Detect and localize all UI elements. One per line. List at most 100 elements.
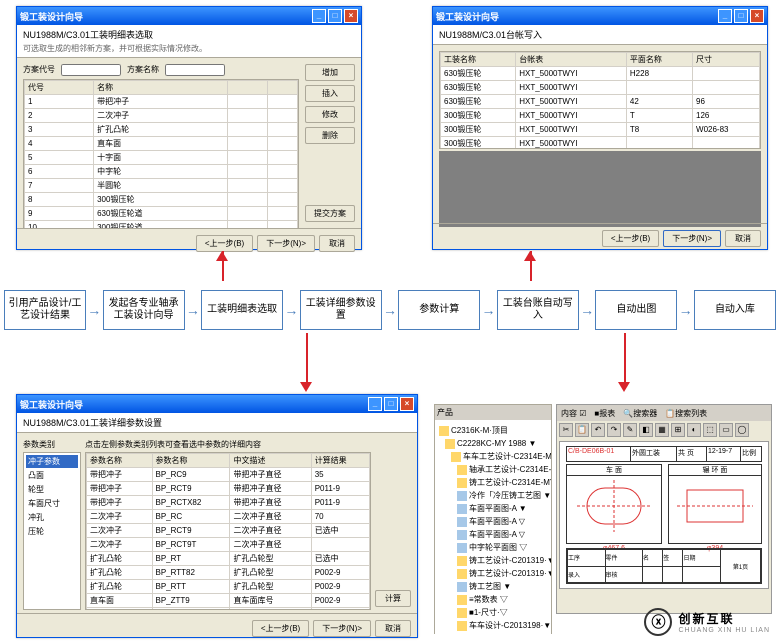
- table-row[interactable]: 300锻压轮HXT_5000TWYIT126: [441, 109, 760, 123]
- tree-node[interactable]: 车面平面图-A ▽: [439, 515, 547, 528]
- table-row[interactable]: 2二次冲子: [25, 109, 298, 123]
- table-row[interactable]: 10300锻压轮道: [25, 221, 298, 230]
- tab-report[interactable]: ■报表: [594, 408, 615, 419]
- table-row[interactable]: 带把冲子BP_RCT9带把冲子直径P011-9: [87, 482, 370, 496]
- tree-node[interactable]: 铸工艺设计-C2314E-MY 1989.r: [439, 476, 547, 489]
- tool-icon[interactable]: ◧: [639, 423, 653, 437]
- table-row[interactable]: 6中字轮: [25, 165, 298, 179]
- tree-node[interactable]: 冷作「冷压铸工艺图 ▼: [439, 489, 547, 502]
- tool-icon[interactable]: ▦: [655, 423, 669, 437]
- table-row[interactable]: 带把冲子BP_RCTX82带把冲子直径P011-9: [87, 496, 370, 510]
- tool-icon[interactable]: ⬚: [703, 423, 717, 437]
- tab-search[interactable]: 🔍搜索器: [623, 408, 657, 419]
- maximize-icon[interactable]: □: [734, 9, 748, 23]
- table-row[interactable]: 二次冲子BP_RCT9二次冲子直径已选中: [87, 524, 370, 538]
- tree-node[interactable]: ≡常数表 ▽: [439, 593, 547, 606]
- cad-tabs[interactable]: 内容 ☑ ■报表 🔍搜索器 📋搜索列表: [557, 405, 771, 421]
- calc-button[interactable]: 计算: [375, 590, 411, 607]
- titlebar[interactable]: 锻工装设计向导 _ □ ×: [433, 7, 767, 25]
- tree-node[interactable]: 铸工艺设计-C201319·▼: [439, 567, 547, 580]
- tree-node[interactable]: 铸工艺图 ▼: [439, 580, 547, 593]
- table-row[interactable]: 4直车面: [25, 137, 298, 151]
- maximize-icon[interactable]: □: [328, 9, 342, 23]
- table-row[interactable]: 扩孔凸轮BP_RTT82扩孔凸轮型P002-9: [87, 566, 370, 580]
- tab-searchlist[interactable]: 📋搜索列表: [665, 408, 707, 419]
- table-row[interactable]: 带把冲子BP_RC9带把冲子直径35: [87, 468, 370, 482]
- table-row[interactable]: 直车面BP_ZTT9直车面库号P002-9: [87, 594, 370, 608]
- table-row[interactable]: 1带把冲子: [25, 95, 298, 109]
- table-row[interactable]: 5十字面: [25, 151, 298, 165]
- table-row[interactable]: 9630锻压轮道: [25, 207, 298, 221]
- tree-node[interactable]: 铸工艺设计-C201319·▼: [439, 554, 547, 567]
- category-item[interactable]: 轮型: [26, 483, 78, 496]
- cancel-button[interactable]: 取消: [375, 620, 411, 637]
- tool-icon[interactable]: ✂: [559, 423, 573, 437]
- table-row[interactable]: 630锻压轮HXT_5000TWYI4296: [441, 95, 760, 109]
- prev-button[interactable]: <上一步(B): [602, 230, 659, 247]
- tree-node[interactable]: C2228KC-MY 1988 ▼: [439, 437, 547, 450]
- category-item[interactable]: 压轮: [26, 525, 78, 538]
- product-tree[interactable]: C2316K-M·顶目C2228KC-MY 1988 ▼车车工艺设计-C2314…: [435, 420, 551, 634]
- tree-node[interactable]: 轴承工艺设计-C2314E-MY 19: [439, 463, 547, 476]
- tree-node[interactable]: 车面平面图-A ▽: [439, 528, 547, 541]
- tool-icon[interactable]: ▭: [719, 423, 733, 437]
- cancel-button[interactable]: 取消: [725, 230, 761, 247]
- minimize-icon[interactable]: _: [718, 9, 732, 23]
- next-button[interactable]: 下一步(N)>: [257, 235, 315, 252]
- prev-button[interactable]: <上一步(B): [196, 235, 253, 252]
- ledger-grid[interactable]: 工装名称 台帐表 平面名称 尺寸 630锻压轮HXT_5000TWYIH2286…: [439, 51, 761, 149]
- table-row[interactable]: 7半圆轮: [25, 179, 298, 193]
- table-row[interactable]: 3扩孔凸轮: [25, 123, 298, 137]
- tree-node[interactable]: 中字轮平面图 ▽: [439, 541, 547, 554]
- plan-name-input[interactable]: [165, 64, 225, 76]
- param-grid[interactable]: 参数名称 参数名称 中文描述 计算结果 带把冲子BP_RC9带把冲子直径35带把…: [85, 452, 371, 610]
- category-item[interactable]: 冲孔: [26, 511, 78, 524]
- table-row[interactable]: 300锻压轮HXT_5000TWYIT8W026-83: [441, 123, 760, 137]
- table-row[interactable]: 8300锻压轮: [25, 193, 298, 207]
- close-icon[interactable]: ×: [750, 9, 764, 23]
- tree-node[interactable]: C2316K-M·顶目: [439, 424, 547, 437]
- tool-icon[interactable]: ↷: [607, 423, 621, 437]
- category-item[interactable]: 凸面: [26, 469, 78, 482]
- tree-node[interactable]: ▲110119/000 Z·tee: [439, 632, 547, 634]
- tab-content[interactable]: 内容 ☑: [561, 408, 586, 419]
- insert-button[interactable]: 插入: [305, 85, 355, 102]
- close-icon[interactable]: ×: [400, 397, 414, 411]
- category-item[interactable]: 车面尺寸: [26, 497, 78, 510]
- cad-toolbar[interactable]: ✂📋 ↶↷ ✎◧ ▦⊞ ◐⬚ ▭◯: [557, 421, 771, 439]
- table-row[interactable]: 二次冲子BP_RCT9T二次冲子直径: [87, 538, 370, 552]
- tree-node[interactable]: 车车工艺设计-C2314E-MY 19: [439, 450, 547, 463]
- minimize-icon[interactable]: _: [312, 9, 326, 23]
- add-button[interactable]: 增加: [305, 64, 355, 81]
- table-row[interactable]: 直车面BP_ZT直车面库号已选中: [87, 608, 370, 611]
- minimize-icon[interactable]: _: [368, 397, 382, 411]
- next-button[interactable]: 下一步(N)>: [663, 230, 721, 247]
- detail-grid[interactable]: 代号 名称 1带把冲子2二次冲子3扩孔凸轮4直车面5十字面6中字轮7半圆轮830…: [23, 79, 299, 229]
- tool-icon[interactable]: ◐: [687, 423, 701, 437]
- delete-button[interactable]: 删除: [305, 127, 355, 144]
- table-row[interactable]: 扩孔凸轮BP_RT扩孔凸轮型已选中: [87, 552, 370, 566]
- tool-icon[interactable]: ◯: [735, 423, 749, 437]
- next-button[interactable]: 下一步(N)>: [313, 620, 371, 637]
- modify-button[interactable]: 修改: [305, 106, 355, 123]
- titlebar[interactable]: 锻工装设计向导 _ □ ×: [17, 395, 417, 413]
- tool-icon[interactable]: 📋: [575, 423, 589, 437]
- category-item[interactable]: 冲子参数: [26, 455, 78, 468]
- table-row[interactable]: 630锻压轮HXT_5000TWYI: [441, 81, 760, 95]
- table-row[interactable]: 二次冲子BP_RC二次冲子直径70: [87, 510, 370, 524]
- maximize-icon[interactable]: □: [384, 397, 398, 411]
- prev-button[interactable]: <上一步(B): [252, 620, 309, 637]
- table-row[interactable]: 扩孔凸轮BP_RTT扩孔凸轮型P002-9: [87, 580, 370, 594]
- cancel-button[interactable]: 取消: [319, 235, 355, 252]
- table-row[interactable]: 300锻压轮HXT_5000TWYI: [441, 137, 760, 150]
- tool-icon[interactable]: ✎: [623, 423, 637, 437]
- tool-icon[interactable]: ↶: [591, 423, 605, 437]
- submit-button[interactable]: 提交方案: [305, 205, 355, 222]
- plan-code-input[interactable]: [61, 64, 121, 76]
- tool-icon[interactable]: ⊞: [671, 423, 685, 437]
- tree-node[interactable]: 车车设计-C2013198·▼: [439, 619, 547, 632]
- close-icon[interactable]: ×: [344, 9, 358, 23]
- tree-node[interactable]: 车面平面图-A ▼: [439, 502, 547, 515]
- drawing-area[interactable]: C/B-DE06B-01 外圆工装 共 页 12-19-7 比例 车 面 φ46…: [559, 441, 769, 589]
- table-row[interactable]: 630锻压轮HXT_5000TWYIH228: [441, 67, 760, 81]
